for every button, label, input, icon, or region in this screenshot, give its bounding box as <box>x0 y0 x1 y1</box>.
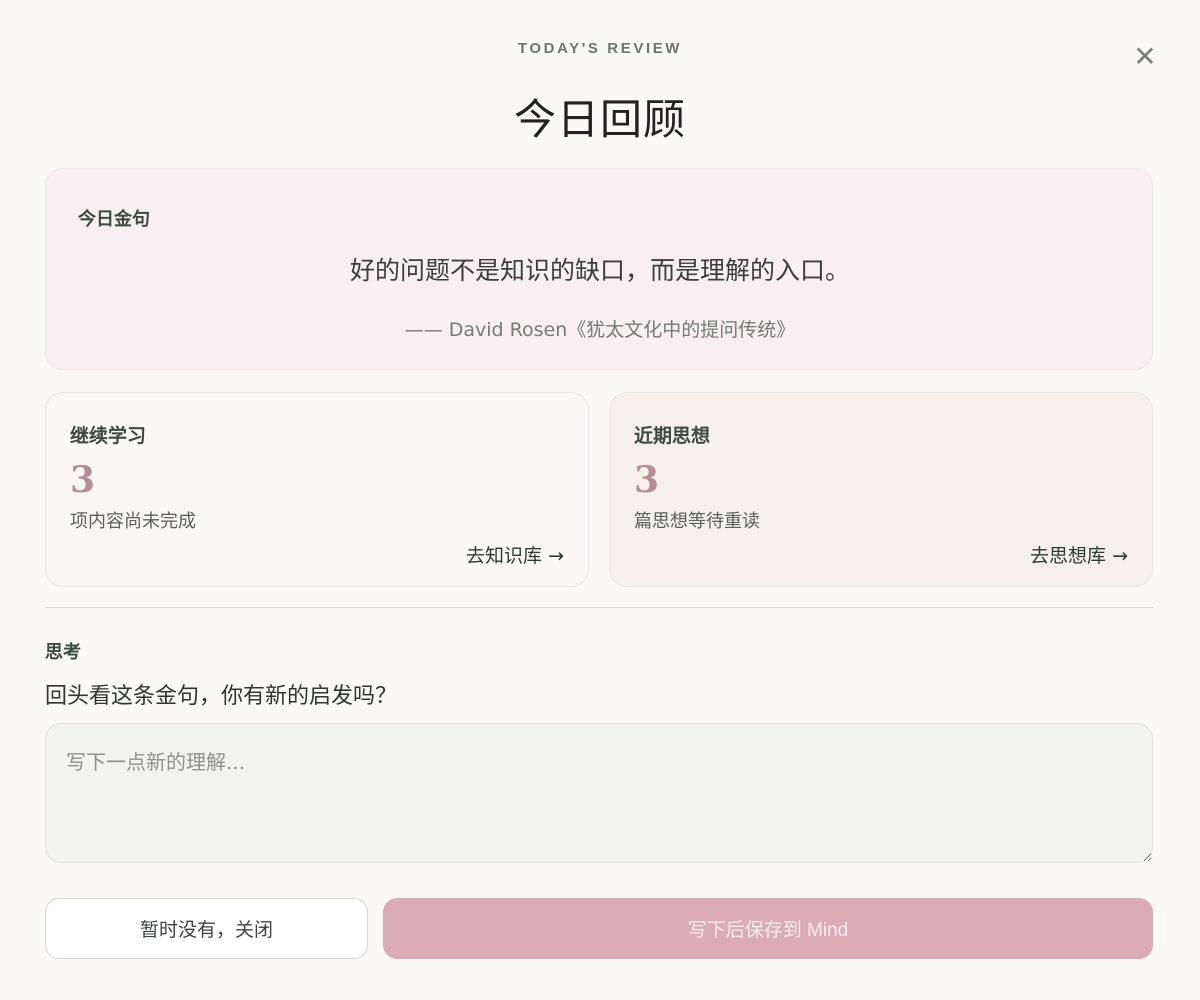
go-to-knowledge-link[interactable]: 去知识库 → <box>466 541 564 568</box>
continue-learning-count: 3 <box>70 459 96 501</box>
go-to-thoughts-link[interactable]: 去思想库 → <box>1030 541 1128 568</box>
recent-thoughts-description: 篇思想等待重读 <box>634 511 760 532</box>
recent-thoughts-card: 近期思想 3 篇思想等待重读 去思想库 → <box>609 392 1153 587</box>
continue-learning-description: 项内容尚未完成 <box>70 511 196 532</box>
recent-thoughts-title: 近期思想 <box>634 425 711 447</box>
recent-thoughts-count: 3 <box>634 459 660 501</box>
close-icon[interactable]: ✕ <box>1126 38 1164 76</box>
quote-label: 今日金句 <box>78 209 150 230</box>
reflection-question: 回头看这条金句，你有新的启发吗？ <box>45 684 398 709</box>
quote-text: 好的问题不是知识的缺口，而是理解的入口。 <box>349 256 850 285</box>
continue-learning-title: 继续学习 <box>70 425 147 447</box>
continue-learning-card: 继续学习 3 项内容尚未完成 去知识库 → <box>45 392 589 587</box>
dismiss-button[interactable]: 暂时没有，关闭 <box>45 898 368 959</box>
quote-card: 今日金句 好的问题不是知识的缺口，而是理解的入口。 —— David Rosen… <box>45 168 1153 370</box>
section-divider <box>45 607 1153 608</box>
save-to-mind-button[interactable]: 写下后保存到 Mind <box>383 898 1153 959</box>
page-title: 今日回顾 <box>513 95 686 144</box>
review-dialog: TODAY'S REVIEW ✕ 今日回顾 今日金句 好的问题不是知识的缺口，而… <box>0 0 1200 1000</box>
eyebrow-label: TODAY'S REVIEW <box>517 40 683 57</box>
reflection-input[interactable] <box>45 723 1153 863</box>
reflection-label: 思考 <box>45 642 81 663</box>
quote-source: —— David Rosen《犹太文化中的提问传统》 <box>404 319 796 341</box>
